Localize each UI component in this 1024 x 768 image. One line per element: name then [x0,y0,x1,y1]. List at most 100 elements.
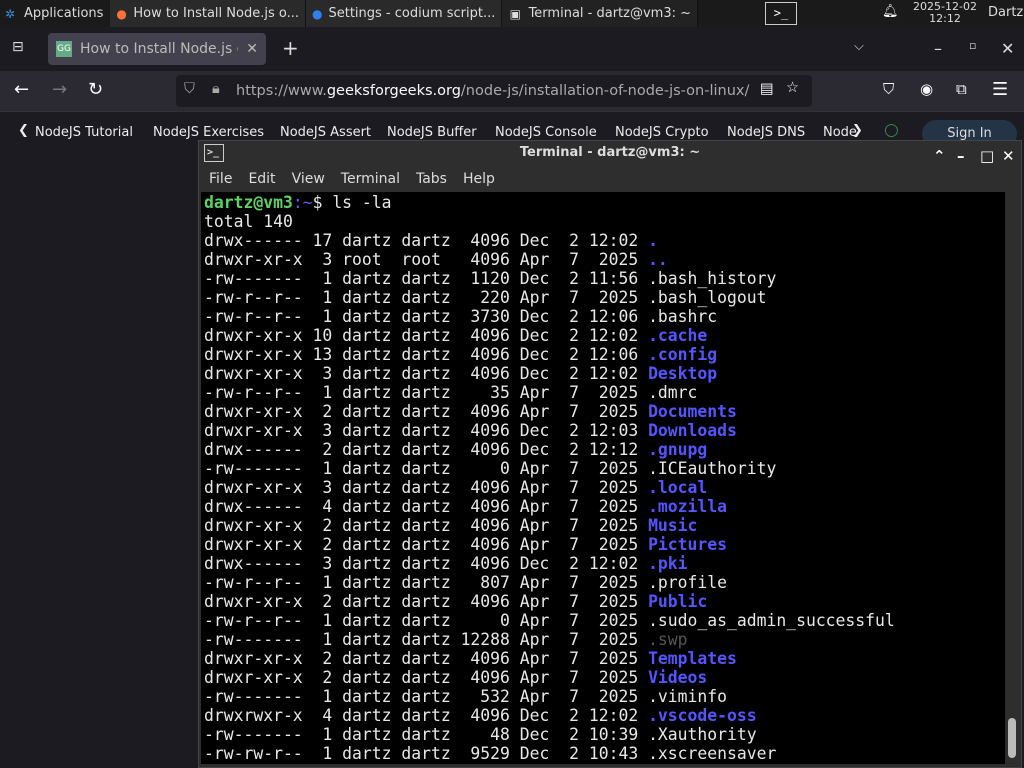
file-name: .pki [648,554,688,573]
codium-icon: ● [312,6,323,21]
nav-link[interactable]: NodeJS Exercises [153,125,264,140]
user-menu[interactable]: Dartz [988,5,1023,20]
file-name: .sudo_as_admin_successful [648,611,895,630]
file-info: -rw-r--r-- 1 dartz dartz 3730 Dec 2 12:0… [204,307,649,326]
clock[interactable]: 2025-12-02 12:12 [908,1,982,25]
nav-link[interactable]: NodeJS Tutorial [35,125,133,140]
bookmark-star-icon[interactable]: ☆ [786,80,799,96]
terminal-output[interactable]: dartz@vm3:~$ ls -la total 140 drwx------ 1… [201,192,1005,764]
listing-row: -rw-r--r-- 1 dartz dartz 220 Apr 7 2025 … [204,288,1002,307]
listing-row: drwxrwxr-x 4 dartz dartz 4096 Dec 2 12:0… [204,706,1002,725]
file-info: -rw------- 1 dartz dartz 0 Apr 7 2025 [204,459,649,478]
close-window-button[interactable]: ✕ [1001,39,1014,58]
nav-link[interactable]: NodeJS Console [495,125,597,140]
file-name: .local [648,478,708,497]
file-name: .gnupg [648,440,708,459]
file-name: .Xauthority [648,725,757,744]
file-name: .mozilla [648,497,728,516]
notification-bell-icon[interactable]: 🔔︎ [882,4,899,19]
menu-tabs[interactable]: Tabs [416,171,447,187]
listing-row: -rw------- 1 dartz dartz 532 Apr 7 2025 … [204,687,1002,706]
pocket-icon[interactable]: ⛉ [883,80,894,98]
file-name: Pictures [648,535,728,554]
task-firefox[interactable]: ● How to Install Node.js o... [110,0,306,27]
lock-icon[interactable]: 🔒︎ [212,81,220,97]
chevron-left-icon[interactable]: ❮ [18,123,29,138]
minimize-button[interactable]: – [957,144,965,168]
forward-icon[interactable]: → [52,79,67,100]
listing-row: drwxr-xr-x 2 dartz dartz 4096 Apr 7 2025… [204,649,1002,668]
close-tab-icon[interactable]: ✕ [246,41,258,57]
file-info: -rw------- 1 dartz dartz 532 Apr 7 2025 [204,687,649,706]
file-name: .xscreensaver [648,744,777,763]
listing-row: drwxr-xr-x 2 dartz dartz 4096 Apr 7 2025… [204,516,1002,535]
listing-row: drwxr-xr-x 13 dartz dartz 4096 Dec 2 12:… [204,345,1002,364]
close-button[interactable]: ✕ [1002,144,1015,168]
file-name: Desktop [648,364,718,383]
applications-menu[interactable]: ✲ Applications [0,0,110,27]
menu-view[interactable]: View [292,171,325,187]
shade-button[interactable]: ⌃ [933,144,946,168]
file-info: drwx------ 3 dartz dartz 4096 Dec 2 12:0… [204,554,649,573]
listing-row: drwxr-xr-x 2 dartz dartz 4096 Apr 7 2025… [204,402,1002,421]
workspace-terminal-launcher[interactable]: >_ [765,2,797,25]
listing-row: -rw------- 1 dartz dartz 1120 Dec 2 11:5… [204,269,1002,288]
back-icon[interactable]: ← [14,79,29,100]
maximize-button[interactable]: □ [980,144,994,168]
file-name: .bash_logout [648,288,767,307]
minimize-button[interactable]: – [934,39,942,58]
new-tab-button[interactable]: + [282,36,299,60]
url-bar[interactable]: ⛉ 🔒︎ https://www. geeksforgeeks.org/node-… [176,75,812,107]
chevron-down-icon[interactable]: ⌵ [854,39,864,54]
file-name: .swp [648,630,688,649]
file-info: drwxrwxr-x 4 dartz dartz 4096 Dec 2 12:0… [204,706,649,725]
chevron-right-icon[interactable]: ❯ [852,123,863,138]
task-terminal[interactable]: ▣ Terminal - dartz@vm3: ~ [502,0,698,27]
file-info: drwx------ 17 dartz dartz 4096 Dec 2 12:… [204,231,649,250]
listing-row: drwx------ 2 dartz dartz 4096 Dec 2 12:1… [204,440,1002,459]
menu-edit[interactable]: Edit [248,171,275,187]
shield-icon[interactable]: ⛉ [184,81,195,97]
menu-terminal[interactable]: Terminal [341,171,400,187]
file-info: drwxr-xr-x 3 dartz dartz 4096 Dec 2 12:0… [204,421,649,440]
listing-row: -rw------- 1 dartz dartz 48 Dec 2 10:39 … [204,725,1002,744]
nav-link[interactable]: NodeJS Buffer [387,125,477,140]
reader-view-icon[interactable]: ▤ [760,81,774,97]
terminal-scrollbar[interactable] [1006,192,1018,764]
browser-tab[interactable]: GG How to Install Node.js on ✕ [48,33,266,65]
file-name: .bash_history [648,269,777,288]
prompt-line: dartz@vm3:~$ ls -la [204,193,392,212]
file-name: . [648,231,658,250]
listing-row: -rw------- 1 dartz dartz 0 Apr 7 2025 .I… [204,459,1002,478]
file-info: -rw------- 1 dartz dartz 12288 Apr 7 202… [204,630,649,649]
nav-link[interactable]: NodeJS Crypto [615,125,709,140]
file-info: drwxr-xr-x 2 dartz dartz 4096 Apr 7 2025 [204,649,649,668]
menu-file[interactable]: File [209,171,232,187]
listing-row: -rw------- 1 dartz dartz 12288 Apr 7 202… [204,630,1002,649]
search-icon[interactable]: ○ [884,120,899,140]
account-icon[interactable]: ◉ [920,80,933,98]
file-info: -rw------- 1 dartz dartz 48 Dec 2 10:39 [204,725,649,744]
reload-icon[interactable]: ↻ [88,79,103,100]
menu-help[interactable]: Help [463,171,495,187]
listing-row: -rw-r--r-- 1 dartz dartz 3730 Dec 2 12:0… [204,307,1002,326]
nav-link[interactable]: NodeJS DNS [727,125,805,140]
tab-list-icon[interactable]: ⊟ [12,39,24,55]
task-codium[interactable]: ● Settings - codium script... [306,0,502,27]
file-info: -rw-r--r-- 1 dartz dartz 807 Apr 7 2025 [204,573,649,592]
maximize-button[interactable]: ▫ [969,39,976,52]
listing-row: drwxr-xr-x 3 root root 4096 Apr 7 2025 .… [204,250,1002,269]
scrollbar-thumb[interactable] [1008,718,1016,758]
file-info: drwxr-xr-x 3 dartz dartz 4096 Apr 7 2025 [204,478,649,497]
file-info: drwxr-xr-x 3 root root 4096 Apr 7 2025 [204,250,649,269]
gfg-favicon-icon: GG [56,41,72,57]
file-name: .dmrc [648,383,698,402]
listing-row: drwxr-xr-x 3 dartz dartz 4096 Dec 2 12:0… [204,421,1002,440]
extensions-icon[interactable]: ⧉ [956,80,967,98]
menu-icon[interactable]: ☰ [992,79,1008,100]
xfce-logo-icon: ✲ [4,6,16,21]
file-info: drwx------ 2 dartz dartz 4096 Dec 2 12:1… [204,440,649,459]
terminal-titlebar[interactable]: >_ Terminal - dartz@vm3: ~ ⌃ – □ ✕ [199,141,1021,167]
terminal-icon: ▣ [509,6,521,21]
nav-link[interactable]: NodeJS Assert [280,125,371,140]
